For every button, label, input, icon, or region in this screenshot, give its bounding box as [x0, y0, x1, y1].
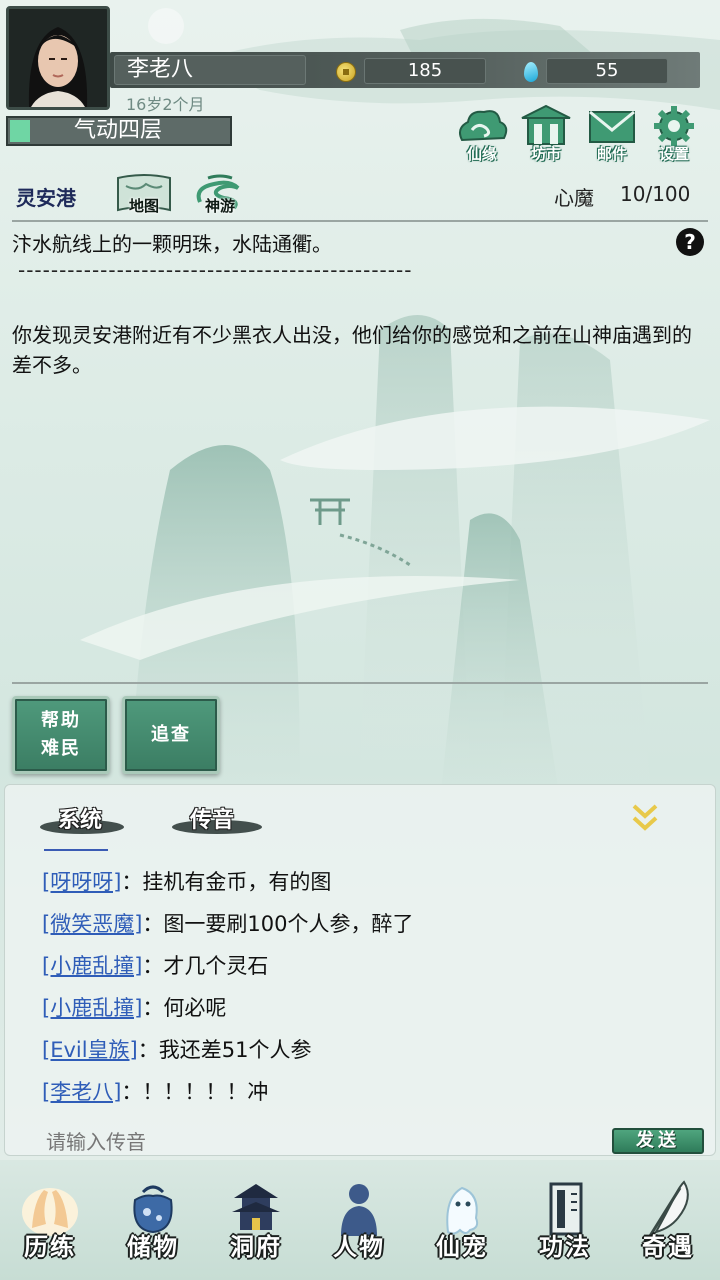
mid-divider: [12, 682, 708, 684]
chat-username[interactable]: [呀呀呀]: [42, 870, 121, 894]
nav-item-storage[interactable]: 储物: [103, 1170, 203, 1270]
chat-message: [小鹿乱撞]：才几个灵石: [42, 950, 268, 980]
heart-demon-value: 10/100: [620, 182, 691, 206]
chat-text: ：图一要刷100个人参，醉了: [142, 912, 414, 936]
nav-item-encounter[interactable]: 奇遇: [618, 1170, 718, 1270]
chat-text: ：挂机有金币，有的图: [121, 870, 332, 894]
menu-label-mail: 邮件: [596, 145, 627, 163]
help-icon[interactable]: ?: [676, 228, 704, 256]
tab-underline: [44, 849, 108, 851]
action-label-line2: 难民: [41, 738, 81, 759]
chat-username[interactable]: [小鹿乱撞]: [42, 996, 142, 1020]
chat-message: [Evil皇族]：我还差51个人参: [42, 1034, 312, 1064]
chat-text: ：何必呢: [142, 996, 227, 1020]
gem-count: 55: [546, 58, 668, 84]
realm-label: 气动四层: [73, 118, 162, 143]
menu-button-market[interactable]: 坊市: [518, 104, 574, 164]
nav-item-training[interactable]: 历练: [0, 1170, 100, 1270]
chat-message: [微笑恶魔]：图一要刷100个人参，醉了: [42, 908, 413, 938]
map-label: 地图: [128, 197, 159, 215]
realm-progress-bar: 气动四层: [6, 116, 232, 146]
map-button[interactable]: 地图: [112, 172, 176, 216]
chat-text: ：才几个灵石: [142, 954, 269, 978]
menu-label-settings: 设置: [658, 145, 689, 163]
avatar-portrait-icon: [9, 9, 107, 107]
nav-label-storage: 储物: [127, 1232, 179, 1261]
heart-demon-label: 心魔: [554, 186, 594, 210]
chevron-down-icon[interactable]: [630, 800, 660, 834]
nav-label-pet: 仙宠: [436, 1232, 488, 1261]
cloud-icon: [459, 110, 508, 142]
nav-label-character: 人物: [333, 1232, 385, 1261]
menu-button-mail[interactable]: 邮件: [584, 104, 640, 164]
coin-count: 185: [364, 58, 486, 84]
action-label: 追查: [151, 724, 191, 745]
nav-item-pet[interactable]: 仙宠: [412, 1170, 512, 1270]
story-text: 你发现灵安港附近有不少黑衣人出没，他们给你的感觉和之前在山神庙遇到的差不多。: [12, 323, 692, 377]
coin-icon: [336, 62, 356, 82]
nav-label-encounter: 奇遇: [642, 1232, 694, 1261]
location-name: 灵安港: [16, 186, 76, 210]
investigate-button[interactable]: 追查: [122, 696, 220, 774]
gear-icon: [654, 106, 694, 146]
spirit-travel-label: 神游: [204, 197, 235, 215]
menu-label-xianyuan: 仙缘: [466, 145, 497, 163]
help-refugees-button[interactable]: 帮助 难民: [12, 696, 110, 774]
location-intro: 汴水航线上的一颗明珠，水陆通衢。: [12, 232, 332, 256]
chat-message: [李老八]：！！！！！冲: [42, 1076, 268, 1106]
action-label-line1: 帮助: [41, 710, 81, 731]
chat-username[interactable]: [小鹿乱撞]: [42, 954, 142, 978]
chat-text: ：！！！！！冲: [121, 1080, 269, 1104]
chat-username[interactable]: [李老八]: [42, 1080, 121, 1104]
nav-label-cave-dwelling: 洞府: [230, 1232, 282, 1261]
menu-button-settings[interactable]: 设置: [646, 104, 702, 164]
player-age: 16岁2个月: [126, 95, 205, 114]
nav-label-training: 历练: [24, 1232, 76, 1261]
nav-label-cultivation-method: 功法: [539, 1232, 591, 1261]
spirit-travel-button[interactable]: 神游: [190, 172, 250, 216]
menu-label-market: 坊市: [530, 145, 561, 163]
chat-input[interactable]: 请输入传音: [46, 1126, 146, 1155]
nav-item-cultivation-method[interactable]: 功法: [515, 1170, 615, 1270]
text-separator: ----------------------------------------…: [18, 258, 413, 282]
player-avatar[interactable]: [6, 6, 110, 110]
chat-text: ：我还差51个人参: [137, 1038, 312, 1062]
chat-username[interactable]: [Evil皇族]: [42, 1038, 138, 1062]
chat-username[interactable]: [微笑恶魔]: [42, 912, 142, 936]
market-icon: [521, 104, 571, 145]
top-divider: [12, 220, 708, 222]
menu-button-xianyuan[interactable]: 仙缘: [454, 104, 510, 164]
mail-icon: [589, 110, 635, 143]
send-button[interactable]: 发送: [612, 1128, 704, 1154]
nav-item-character[interactable]: 人物: [309, 1170, 409, 1270]
tab-voice-message[interactable]: 传音: [190, 802, 234, 834]
chat-message: [小鹿乱撞]：何必呢: [42, 992, 226, 1022]
spirit-stone-icon: [524, 62, 538, 82]
tab-system[interactable]: 系统: [58, 802, 102, 834]
nav-item-cave-dwelling[interactable]: 洞府: [206, 1170, 306, 1270]
player-name: 李老八: [114, 55, 306, 85]
chat-message: [呀呀呀]：挂机有金币，有的图: [42, 866, 331, 896]
